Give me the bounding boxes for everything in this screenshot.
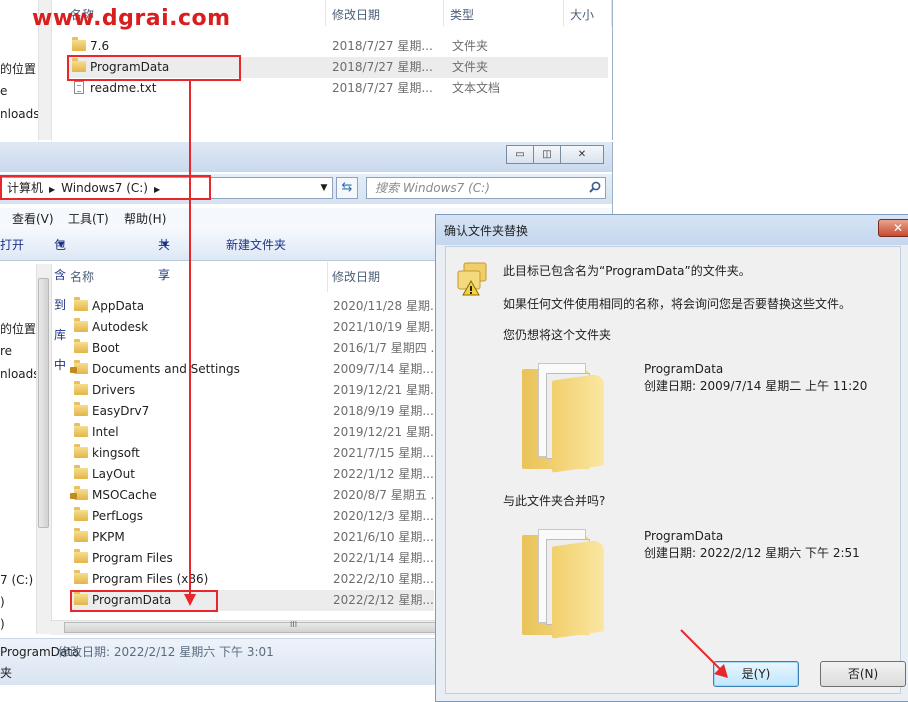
arrow-head-down	[184, 594, 196, 606]
annotation-arrows	[184, 80, 728, 678]
arrow-line-yes	[680, 629, 725, 674]
